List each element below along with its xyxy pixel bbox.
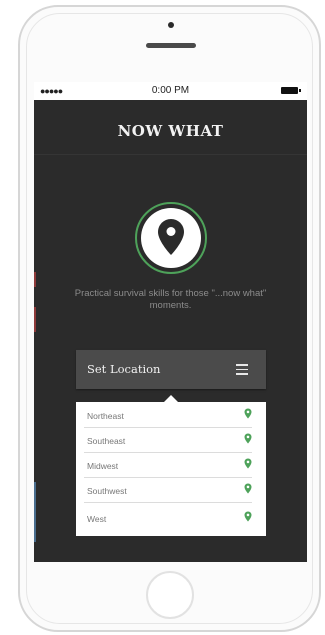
- dropdown-caret: [164, 395, 178, 402]
- set-location-bar[interactable]: Set Location: [76, 350, 266, 389]
- region-label: Midwest: [87, 461, 119, 471]
- hamburger-menu-icon[interactable]: [236, 364, 248, 375]
- region-option-southwest[interactable]: Southwest: [84, 477, 252, 503]
- region-option-midwest[interactable]: Midwest: [84, 452, 252, 478]
- tagline: Practical survival skills for those "...…: [74, 288, 267, 311]
- front-camera: [168, 22, 174, 28]
- home-button[interactable]: [146, 571, 194, 619]
- side-accent: [34, 272, 36, 287]
- side-accent: [34, 307, 36, 332]
- location-pin-logo: [135, 202, 207, 274]
- region-dropdown: Northeast Southeast Midwest Southwest We…: [76, 395, 266, 536]
- map-pin-icon: [244, 433, 252, 444]
- location-pin-icon: [141, 208, 201, 268]
- region-option-northeast[interactable]: Northeast: [84, 402, 252, 428]
- region-label: Northeast: [87, 411, 124, 421]
- region-label: Southeast: [87, 436, 126, 446]
- map-pin-icon: [244, 408, 252, 419]
- region-option-southeast[interactable]: Southeast: [84, 427, 252, 453]
- region-option-west[interactable]: West: [84, 505, 252, 530]
- set-location-label: Set Location: [87, 362, 161, 376]
- map-pin-icon: [244, 483, 252, 494]
- app-title: NOW WHAT: [117, 122, 224, 140]
- app-screen: ●●●●● 0:00 PM NOW WHAT Practical surviva…: [34, 82, 307, 562]
- earpiece-speaker: [146, 43, 196, 48]
- side-accent: [34, 482, 36, 542]
- map-pin-icon: [244, 458, 252, 469]
- status-time: 0:00 PM: [151, 85, 190, 96]
- status-bar: ●●●●● 0:00 PM: [34, 82, 307, 100]
- title-divider: [34, 154, 307, 155]
- region-label: West: [87, 514, 107, 524]
- battery-icon: [281, 87, 301, 94]
- map-pin-icon: [244, 511, 252, 522]
- region-label: Southwest: [87, 486, 127, 496]
